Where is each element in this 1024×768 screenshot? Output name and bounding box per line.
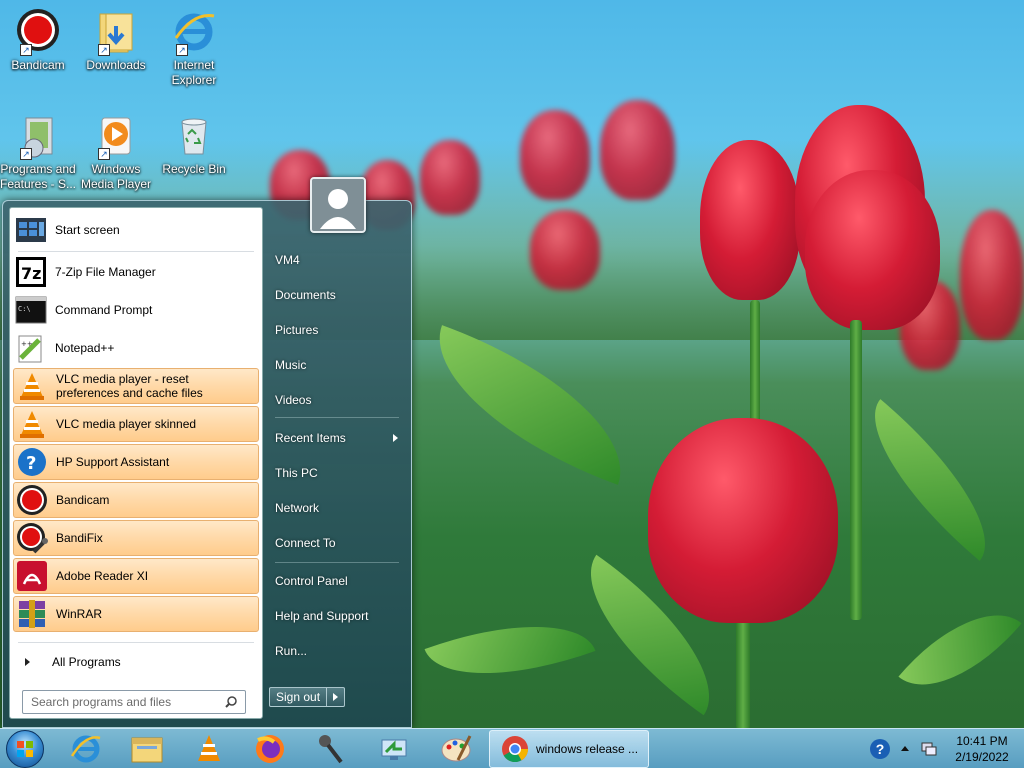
file-explorer-icon: [131, 737, 163, 763]
taskbar-file-explorer[interactable]: [127, 732, 167, 766]
chevron-right-icon: [25, 658, 30, 666]
network-icon[interactable]: [921, 741, 937, 757]
menu-item-pictures[interactable]: Pictures: [275, 323, 318, 337]
desktop-icon-recycle-bin[interactable]: Recycle Bin: [154, 112, 234, 177]
menu-item-user-folder[interactable]: VM4: [275, 253, 300, 267]
adobe-reader-icon: [16, 560, 48, 592]
menu-item-videos[interactable]: Videos: [275, 393, 311, 407]
taskbar-firefox[interactable]: [250, 732, 290, 766]
desktop-icon-downloads[interactable]: ↗ Downloads: [76, 8, 156, 73]
desktop-icon-media-player[interactable]: ↗ Windows Media Player: [76, 112, 156, 192]
notepadpp-icon: ++: [15, 332, 47, 364]
menu-item-this-pc[interactable]: This PC: [275, 466, 318, 480]
menu-item-run[interactable]: Run...: [275, 644, 307, 658]
menu-item-recent-items[interactable]: Recent Items: [275, 431, 346, 445]
vlc-icon: [16, 408, 48, 440]
vlc-icon: [16, 370, 48, 402]
taskbar-vlc[interactable]: [189, 732, 229, 766]
program-bandifix[interactable]: BandiFix: [13, 520, 259, 556]
program-notepadpp[interactable]: ++ Notepad++: [13, 330, 259, 366]
taskbar: windows release ... ? 10:41 PM 2/19/2022: [0, 728, 1024, 768]
start-button[interactable]: [6, 730, 44, 768]
bandicam-icon: [16, 484, 48, 516]
7zip-icon: 7z: [15, 256, 47, 288]
svg-text:?: ?: [26, 453, 36, 474]
divider: [18, 251, 254, 252]
chevron-right-icon: [393, 434, 398, 442]
help-icon[interactable]: ?: [870, 739, 890, 759]
taskbar-paint[interactable]: [436, 732, 476, 766]
desktop-icon-internet-explorer[interactable]: ↗ Internet Explorer: [154, 8, 234, 88]
menu-item-connect-to[interactable]: Connect To: [275, 536, 336, 550]
program-vlc-skinned[interactable]: VLC media player skinned: [13, 406, 259, 442]
menu-item-network[interactable]: Network: [275, 501, 319, 515]
start-menu: Start screen 7z 7-Zip File Manager C:\ C…: [2, 177, 412, 728]
system-clock[interactable]: 10:41 PM 2/19/2022: [944, 733, 1020, 765]
svg-text:7z: 7z: [21, 264, 41, 283]
menu-item-control-panel[interactable]: Control Panel: [275, 574, 348, 588]
paint-icon: [441, 735, 472, 762]
menu-item-help-support[interactable]: Help and Support: [275, 609, 368, 623]
downloads-folder-icon: ↗: [92, 8, 140, 56]
media-player-icon: ↗: [92, 112, 140, 160]
taskbar-chrome-window[interactable]: windows release ...: [489, 730, 649, 768]
internet-explorer-icon: ↗: [170, 8, 218, 56]
divider: [275, 417, 399, 418]
vlc-icon: [198, 735, 220, 761]
windows-logo-icon: [17, 741, 33, 757]
all-programs-button[interactable]: All Programs: [13, 648, 259, 676]
microphone-icon: [319, 735, 343, 764]
program-adobe-reader[interactable]: Adobe Reader XI: [13, 558, 259, 594]
program-winrar[interactable]: WinRAR: [13, 596, 259, 632]
svg-text:++: ++: [21, 340, 33, 348]
program-start-screen[interactable]: Start screen: [13, 212, 259, 248]
remote-desktop-icon: [381, 739, 407, 760]
program-command-prompt[interactable]: C:\ Command Prompt: [13, 292, 259, 328]
command-prompt-icon: C:\: [15, 294, 47, 326]
program-7zip[interactable]: 7z 7-Zip File Manager: [13, 254, 259, 290]
recycle-bin-icon: [170, 112, 218, 160]
show-hidden-icons-button[interactable]: [901, 746, 909, 751]
internet-explorer-icon: [70, 735, 101, 763]
program-vlc-reset[interactable]: VLC media player - reset preferences and…: [13, 368, 259, 404]
search-icon[interactable]: [225, 696, 237, 708]
program-hp-support[interactable]: ? HP Support Assistant: [13, 444, 259, 480]
desktop-icon-bandicam[interactable]: ↗ Bandicam: [0, 8, 78, 73]
divider: [275, 562, 399, 563]
svg-text:C:\: C:\: [18, 305, 31, 313]
winrar-icon: [16, 598, 48, 630]
firefox-icon: [256, 735, 284, 763]
bandifix-icon: [16, 522, 48, 554]
taskbar-internet-explorer[interactable]: [66, 732, 106, 766]
menu-item-documents[interactable]: Documents: [275, 288, 336, 302]
program-bandicam[interactable]: Bandicam: [13, 482, 259, 518]
divider: [18, 642, 254, 643]
start-screen-icon: [15, 214, 47, 246]
sign-out-button[interactable]: Sign out: [269, 687, 328, 707]
menu-item-music[interactable]: Music: [275, 358, 306, 372]
sign-out-group: Sign out: [269, 687, 346, 707]
user-account-picture[interactable]: [310, 177, 366, 233]
bandicam-icon: ↗: [14, 8, 62, 56]
search-input[interactable]: Search programs and files: [22, 690, 246, 714]
desktop-icon-programs-features[interactable]: ↗ Programs and Features - S...: [0, 112, 78, 192]
start-menu-programs-pane: Start screen 7z 7-Zip File Manager C:\ C…: [9, 207, 263, 719]
chrome-icon: [502, 736, 529, 763]
taskbar-remote-desktop[interactable]: [374, 732, 414, 766]
hp-support-icon: ?: [16, 446, 48, 478]
power-options-arrow-button[interactable]: [327, 687, 346, 707]
taskbar-microphone[interactable]: [311, 732, 351, 766]
programs-features-icon: ↗: [14, 112, 62, 160]
